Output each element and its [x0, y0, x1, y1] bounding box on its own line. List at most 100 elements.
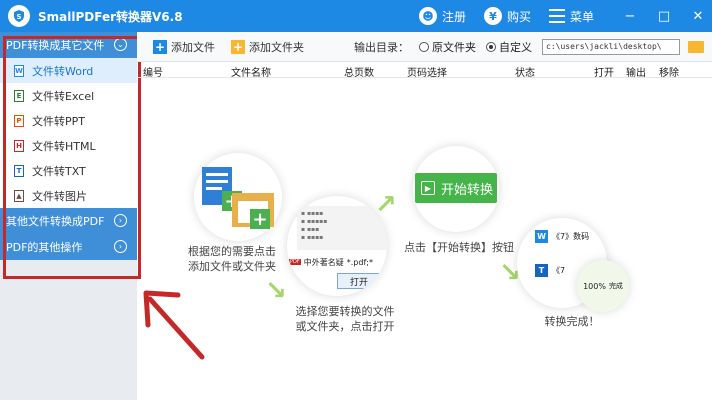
minimize-button[interactable]: −: [616, 9, 644, 24]
done-item-row: T 《7: [535, 264, 565, 277]
step-arrow-icon: ↗: [375, 190, 397, 220]
radio-original-folder[interactable]: 原文件夹: [419, 39, 476, 55]
col-filename: 文件名称: [231, 68, 271, 79]
step3-text: 点击【开始转换】按钮: [404, 241, 514, 254]
radio-custom-folder[interactable]: 自定义: [486, 39, 532, 55]
register-button[interactable]: ☻ 注册: [418, 7, 466, 25]
buy-button[interactable]: ¥ 购买: [483, 7, 531, 25]
output-dir-label: 输出目录：: [354, 40, 409, 54]
done-progress-badge: 100% 完成: [577, 260, 629, 312]
sidebar-item-image[interactable]: ▲ 文件转图片: [0, 183, 137, 208]
col-page-select: 页码选择: [407, 68, 447, 79]
col-pages: 总页数: [344, 68, 374, 79]
start-convert-illustration: ▶ 开始转换: [415, 173, 497, 203]
radio-icon: [419, 41, 429, 52]
step1-line2: 添加文件或文件夹: [188, 260, 276, 273]
browse-folder-icon[interactable]: [688, 40, 704, 53]
add-folder-icon: +: [231, 39, 245, 54]
add-folder-label: 添加文件夹: [249, 40, 304, 54]
step-arrow-icon: ↘: [265, 276, 287, 306]
yen-icon: ¥: [483, 7, 502, 25]
output-path-input[interactable]: [542, 38, 680, 55]
radio-label: 原文件夹: [432, 40, 476, 54]
toolbar: + 添加文件 + 添加文件夹 输出目录： 原文件夹 自定义: [137, 32, 712, 62]
sidebar-group-pdf-ops[interactable]: PDF的其他操作 ›: [0, 234, 137, 260]
excel-file-icon: E: [14, 89, 24, 102]
sidebar-group-label: PDF的其他操作: [6, 241, 83, 254]
col-index: 编号: [143, 68, 163, 79]
file-table-header: 编号 文件名称 总页数 页码选择 状态 打开 输出 移除: [137, 62, 712, 79]
step2-circle: ▪ ▪▪▪▪ ▪ ▪▪▪▪▪ ▪ ▪▪▪ ▪ ▪▪▪▪ PDF 中外著名疑 *.pdf…: [287, 196, 387, 296]
pdf-file-icon: PDF: [289, 259, 301, 265]
sidebar-item-label: 文件转TXT: [32, 164, 86, 178]
add-file-icon: +: [153, 39, 167, 54]
user-icon: ☻: [418, 7, 437, 25]
sidebar-item-ppt[interactable]: P 文件转PPT: [0, 108, 137, 133]
txt-file-icon: T: [535, 264, 548, 277]
sidebar-group-label: PDF转换成其它文件: [6, 39, 105, 52]
sidebar-item-label: 文件转图片: [32, 189, 87, 203]
close-button[interactable]: ✕: [684, 9, 712, 24]
done-item-row: W 《7》数码: [535, 230, 589, 243]
maximize-button[interactable]: □: [650, 9, 678, 24]
word-file-icon: W: [535, 230, 548, 243]
menu-button[interactable]: 菜单: [548, 8, 594, 25]
sidebar-item-txt[interactable]: T 文件转TXT: [0, 158, 137, 183]
step1-line1: 根据您的需要点击: [188, 245, 276, 258]
col-output: 输出: [626, 68, 646, 79]
step1-text: 根据您的需要点击 添加文件或文件夹: [177, 244, 287, 274]
sidebar-group-label: 其他文件转换成PDF: [6, 215, 105, 228]
sidebar-item-html[interactable]: H 文件转HTML: [0, 133, 137, 158]
app-logo-icon: S: [8, 5, 30, 27]
step2-line1: 选择您要转换的文件: [295, 305, 395, 318]
step2-text: 选择您要转换的文件 或文件夹，点击打开: [287, 304, 403, 334]
image-file-icon: ▲: [14, 189, 24, 202]
file-dialog-filter: *.pdf;*: [346, 257, 373, 267]
title-bar: S SmallPDFer转换器V6.8 ☻ 注册 ¥ 购买 菜单 − □ ✕: [0, 0, 712, 32]
chevron-right-icon: ›: [114, 214, 127, 227]
radio-label: 自定义: [499, 40, 532, 54]
col-open: 打开: [594, 68, 614, 79]
step4-text: 转换完成！: [544, 315, 600, 328]
done-status: 完成: [608, 282, 623, 290]
done-item-name: 《7: [552, 266, 566, 275]
txt-file-icon: T: [14, 164, 24, 177]
chevron-down-icon: ⌄: [114, 38, 127, 51]
chevron-right-icon: ›: [114, 240, 127, 253]
add-folder-button[interactable]: + 添加文件夹: [231, 39, 304, 55]
sidebar-item-label: 文件转PPT: [32, 114, 85, 128]
svg-text:S: S: [16, 13, 21, 21]
step1-circle: + +: [194, 153, 282, 241]
html-file-icon: H: [14, 139, 24, 152]
ppt-file-icon: P: [14, 114, 24, 127]
sidebar-group-other-to-pdf[interactable]: 其他文件转换成PDF ›: [0, 208, 137, 234]
sidebar-item-label: 文件转HTML: [32, 139, 96, 153]
add-file-label: 添加文件: [171, 40, 215, 54]
play-icon: ▶: [421, 181, 435, 195]
sidebar-item-excel[interactable]: E 文件转Excel: [0, 83, 137, 108]
sidebar-item-label: 文件转Word: [32, 64, 94, 78]
add-file-button[interactable]: + 添加文件: [153, 39, 215, 55]
sidebar-group-pdf-to-other[interactable]: PDF转换成其它文件 ⌄: [0, 32, 137, 58]
guide-area: + + 根据您的需要点击 添加文件或文件夹 ↘ ▪ ▪▪▪▪▪ ▪▪▪▪▪▪ ▪…: [137, 78, 712, 400]
sidebar: PDF转换成其它文件 ⌄ W 文件转Word E 文件转Excel P 文件转P…: [0, 32, 137, 400]
done-item-name: 《7》数码: [552, 232, 590, 241]
word-file-icon: W: [14, 64, 24, 77]
file-dialog-filename-row: PDF 中外著名疑 *.pdf;*: [289, 256, 373, 268]
menu-icon: [548, 9, 565, 23]
col-remove: 移除: [659, 68, 679, 79]
step2-line2: 或文件夹，点击打开: [295, 320, 395, 333]
sidebar-item-label: 文件转Excel: [32, 89, 95, 103]
red-pointer-arrow-icon: [143, 290, 205, 360]
menu-label: 菜单: [569, 9, 594, 24]
buy-label: 购买: [506, 9, 531, 24]
file-dialog-list: ▪ ▪▪▪▪ ▪ ▪▪▪▪▪ ▪ ▪▪▪ ▪ ▪▪▪▪: [297, 206, 387, 250]
app-title: SmallPDFer转换器V6.8: [38, 9, 183, 24]
add-files-illustration-icon: + +: [202, 167, 274, 230]
svg-text:+: +: [252, 209, 267, 230]
file-dialog-filename: 中外著名疑: [303, 257, 344, 267]
start-convert-label: 开始转换: [441, 182, 494, 198]
sidebar-item-word[interactable]: W 文件转Word: [0, 58, 137, 83]
file-dialog-open-button: 打开: [337, 273, 381, 289]
done-progress: 100%: [583, 281, 606, 291]
